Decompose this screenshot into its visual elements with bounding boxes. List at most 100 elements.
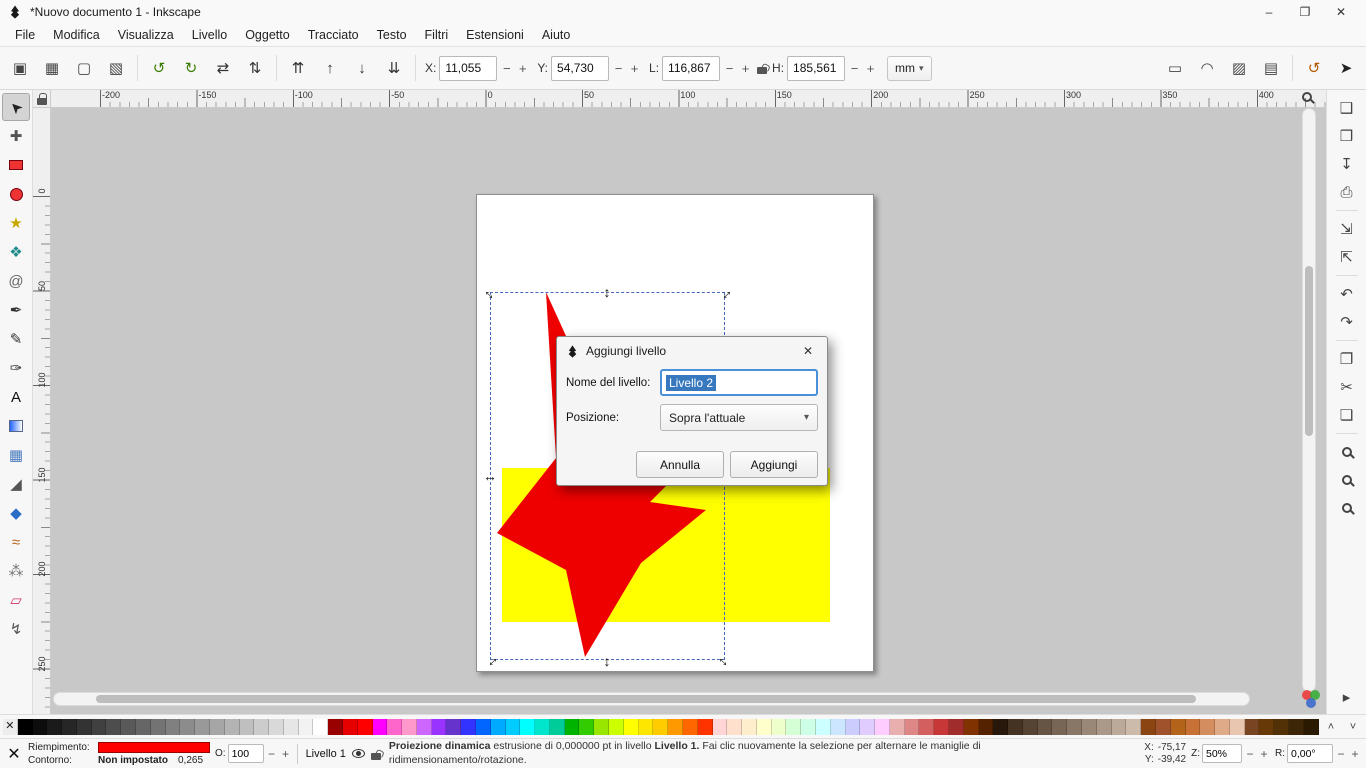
palette-scroll-up-icon[interactable]: ˄ — [1321, 718, 1341, 736]
palette-swatch[interactable] — [964, 719, 979, 735]
zoom-spin-plus[interactable]: + — [1258, 747, 1270, 761]
palette-swatch[interactable] — [979, 719, 994, 735]
tweak-tool[interactable]: ≈ — [2, 528, 30, 556]
palette-swatch[interactable] — [727, 719, 742, 735]
dropper-tool[interactable]: ◢ — [2, 470, 30, 498]
calligraphy-tool[interactable]: ✑ — [2, 354, 30, 382]
palette-swatch[interactable]: ✕ — [3, 719, 18, 735]
x-field[interactable] — [439, 56, 497, 81]
width-spin-minus[interactable]: − — [723, 56, 736, 81]
palette-swatch[interactable] — [565, 719, 580, 735]
paste-icon[interactable]: ❏ — [1333, 402, 1361, 428]
pencil-tool[interactable]: ✎ — [2, 325, 30, 353]
flip-vertical-icon[interactable]: ⇅ — [240, 53, 270, 83]
rotation-spin-minus[interactable]: − — [1335, 747, 1347, 761]
palette-swatch[interactable] — [875, 719, 890, 735]
zoom-drawing-icon[interactable] — [1333, 467, 1361, 493]
palette-swatch[interactable] — [713, 719, 728, 735]
palette-swatch[interactable] — [609, 719, 624, 735]
palette-swatch[interactable] — [1126, 719, 1141, 735]
menu-aiuto[interactable]: Aiuto — [533, 26, 580, 44]
rotation-field[interactable] — [1287, 744, 1333, 763]
palette-swatch[interactable] — [1082, 719, 1097, 735]
palette-swatch[interactable] — [993, 719, 1008, 735]
move-gradients-toggle[interactable]: ▨ — [1224, 53, 1254, 83]
dialog-title-bar[interactable]: Aggiungi livello ✕ — [557, 337, 827, 365]
layer-lock-icon[interactable] — [371, 753, 381, 760]
copy-icon[interactable]: ❐ — [1333, 346, 1361, 372]
selection-handle-bottom-center[interactable]: ↕ — [599, 653, 615, 669]
scale-stroke-toggle[interactable]: ▭ — [1160, 53, 1190, 83]
palette-swatch[interactable] — [1259, 719, 1274, 735]
palette-swatch[interactable] — [121, 719, 136, 735]
bezier-tool[interactable]: ✒ — [2, 296, 30, 324]
palette-swatch[interactable] — [1304, 719, 1319, 735]
palette-swatch[interactable] — [446, 719, 461, 735]
palette-swatch[interactable] — [18, 719, 33, 735]
deselect-icon[interactable]: ▢ — [69, 53, 99, 83]
palette-swatch[interactable] — [1245, 719, 1260, 735]
palette-swatch[interactable] — [624, 719, 639, 735]
menu-oggetto[interactable]: Oggetto — [236, 26, 298, 44]
horizontal-scrollbar[interactable] — [53, 692, 1250, 706]
palette-swatch[interactable] — [373, 719, 388, 735]
palette-swatch[interactable] — [683, 719, 698, 735]
open-document-icon[interactable]: ❒ — [1333, 123, 1361, 149]
undo-icon[interactable]: ↶ — [1333, 281, 1361, 307]
palette-swatch[interactable] — [284, 719, 299, 735]
layer-visibility-icon[interactable] — [352, 749, 365, 758]
palette-swatch[interactable] — [639, 719, 654, 735]
raise-to-top-icon[interactable]: ⇈ — [283, 53, 313, 83]
palette-swatch[interactable] — [1156, 719, 1171, 735]
palette-swatch[interactable] — [934, 719, 949, 735]
zoom-page-icon[interactable] — [1333, 495, 1361, 521]
menu-livello[interactable]: Livello — [183, 26, 236, 44]
spiral-tool[interactable]: @ — [2, 267, 30, 295]
palette-swatch[interactable] — [520, 719, 535, 735]
palette-swatch[interactable] — [860, 719, 875, 735]
flip-horizontal-icon[interactable]: ⇄ — [208, 53, 238, 83]
palette-swatch[interactable] — [92, 719, 107, 735]
zoom-field[interactable] — [1202, 744, 1242, 763]
gradient-tool[interactable] — [2, 412, 30, 440]
height-spin-plus[interactable]: + — [864, 56, 877, 81]
vertical-scrollbar-thumb[interactable] — [1305, 266, 1313, 436]
guides-lock-icon[interactable] — [37, 98, 47, 105]
export-icon[interactable]: ⇱ — [1333, 244, 1361, 270]
eraser-tool[interactable]: ▱ — [2, 586, 30, 614]
palette-swatch[interactable] — [816, 719, 831, 735]
width-field[interactable] — [662, 56, 720, 81]
selector-tool[interactable]: ➤ — [2, 93, 30, 121]
snap-toggle-icon[interactable]: ↺ — [1299, 53, 1329, 83]
palette-swatch[interactable] — [905, 719, 920, 735]
vertical-ruler[interactable]: 050100150200250 — [33, 108, 51, 714]
rectangle-tool[interactable] — [2, 151, 30, 179]
palette-swatch[interactable] — [358, 719, 373, 735]
palette-swatch[interactable] — [387, 719, 402, 735]
palette-swatch[interactable] — [579, 719, 594, 735]
palette-swatch[interactable] — [1038, 719, 1053, 735]
add-button[interactable]: Aggiungi — [730, 451, 818, 478]
palette-swatch[interactable] — [1141, 719, 1156, 735]
palette-swatch[interactable] — [772, 719, 787, 735]
opacity-spin-plus[interactable]: + — [280, 747, 292, 761]
palette-swatch[interactable] — [742, 719, 757, 735]
palette-swatch[interactable] — [698, 719, 713, 735]
import-icon[interactable]: ⇲ — [1333, 216, 1361, 242]
palette-swatch[interactable] — [594, 719, 609, 735]
palette-swatch[interactable] — [62, 719, 77, 735]
palette-swatch[interactable] — [757, 719, 772, 735]
palette-swatch[interactable] — [343, 719, 358, 735]
selection-handle-middle-left[interactable]: ↔ — [482, 468, 498, 484]
connector-tool[interactable]: ↯ — [2, 615, 30, 643]
node-tool[interactable]: ✚ — [2, 122, 30, 150]
palette-swatch[interactable] — [1200, 719, 1215, 735]
raise-icon[interactable]: ↑ — [315, 53, 345, 83]
select-all-icon[interactable]: ▣ — [5, 53, 35, 83]
lower-to-bottom-icon[interactable]: ⇊ — [379, 53, 409, 83]
palette-swatch[interactable] — [417, 719, 432, 735]
maximize-button[interactable]: ❐ — [1288, 1, 1322, 23]
ellipse-tool[interactable] — [2, 180, 30, 208]
layer-name-input[interactable]: Livello 2 — [660, 369, 818, 396]
fill-stroke-indicator[interactable]: Riempimento: Contorno: Non impostato 0,2… — [28, 741, 210, 766]
